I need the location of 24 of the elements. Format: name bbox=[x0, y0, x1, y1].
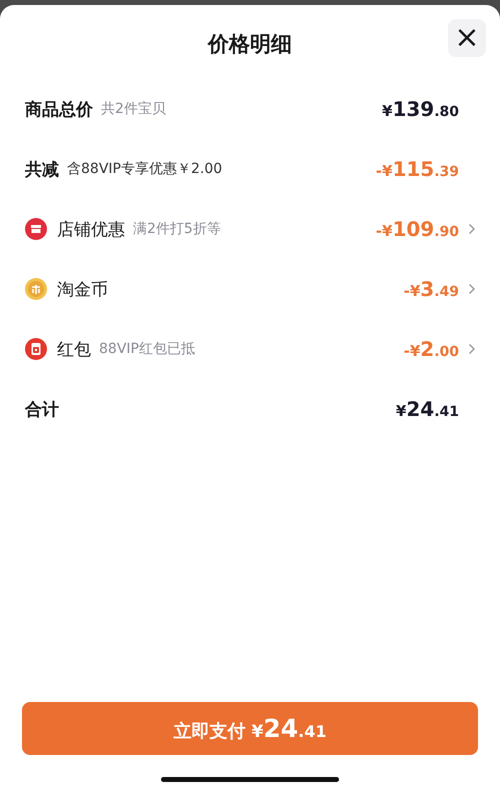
chevron-icon[interactable] bbox=[468, 283, 476, 295]
price-amount: -¥2.00 bbox=[404, 337, 459, 361]
store-icon bbox=[25, 218, 47, 240]
sheet-title: 价格明细 bbox=[208, 31, 292, 58]
price-amount: ¥24.41 bbox=[396, 397, 459, 421]
row-label: 店铺优惠 bbox=[57, 218, 125, 240]
price-amount: -¥109.90 bbox=[376, 217, 459, 241]
price-amount: -¥115.39 bbox=[376, 157, 459, 181]
row-note: 满2件打5折等 bbox=[133, 220, 221, 238]
row-label: 共减 bbox=[25, 158, 59, 180]
row-note: 含88VIP专享优惠￥2.00 bbox=[67, 160, 222, 178]
chevron-icon[interactable] bbox=[468, 223, 476, 235]
price-amount: ¥139.80 bbox=[382, 97, 459, 121]
row-label: 红包 bbox=[57, 338, 91, 360]
row-note: 88VIP红包已抵 bbox=[99, 340, 195, 358]
row-label: 商品总价 bbox=[25, 98, 93, 120]
envelope-icon bbox=[25, 338, 47, 360]
row-label: 淘金币 bbox=[57, 278, 108, 300]
row-label: 合计 bbox=[25, 398, 59, 420]
row-note: 共2件宝贝 bbox=[101, 100, 166, 118]
price-amount: -¥3.49 bbox=[404, 277, 459, 301]
close-button[interactable]: × bbox=[448, 19, 486, 57]
coin-icon bbox=[25, 278, 47, 300]
chevron-icon[interactable] bbox=[468, 343, 476, 355]
